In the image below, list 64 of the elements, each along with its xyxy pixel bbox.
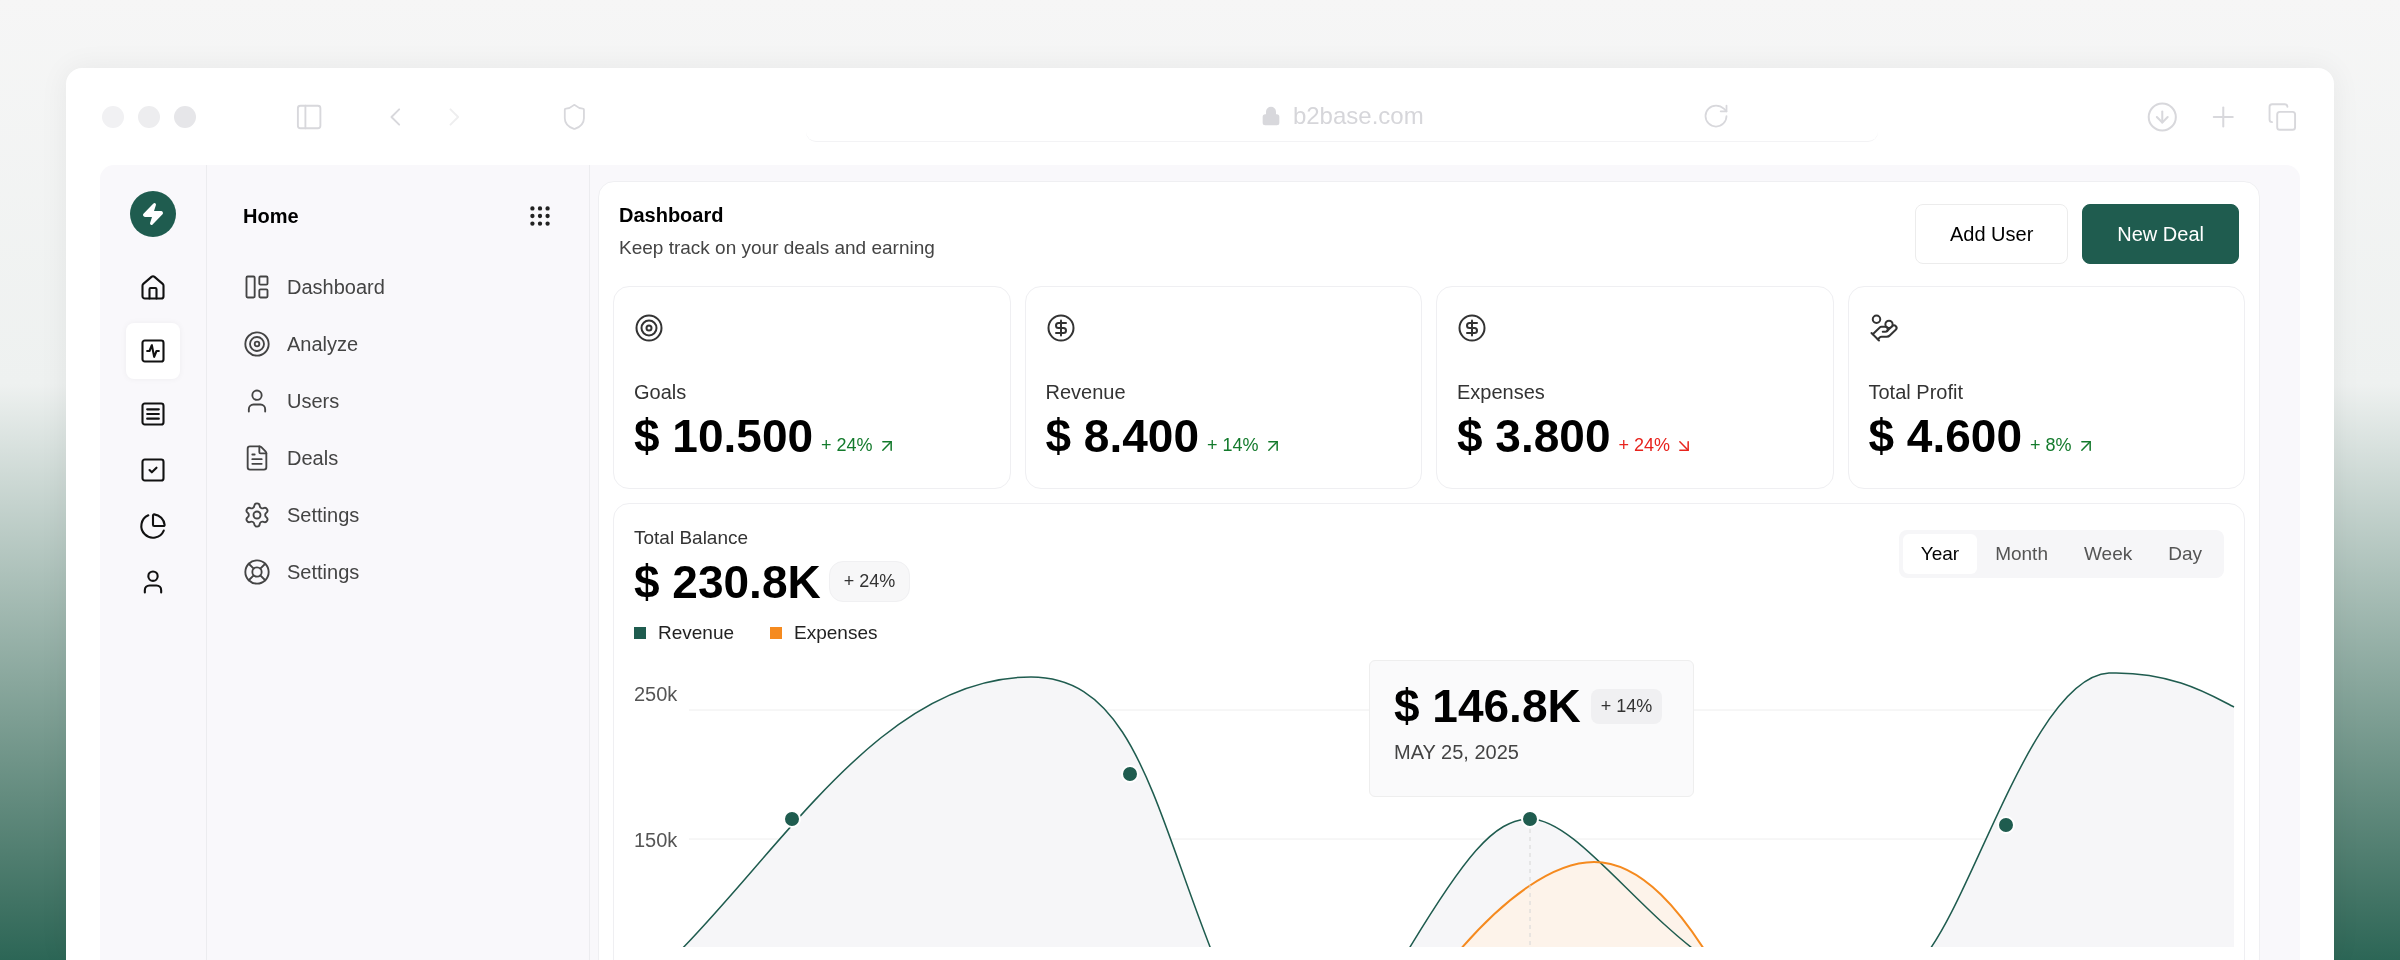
change-chip: + 14% (1590, 688, 1663, 724)
text-square-icon (139, 400, 167, 428)
stat-label: Goals (634, 380, 688, 405)
balance-title: Total Balance (634, 526, 750, 550)
chart-square-icon (139, 337, 167, 365)
data-point[interactable] (1121, 765, 1139, 783)
stat-value: $ 10.500 (634, 413, 814, 459)
stat-change: + 24% (1618, 434, 1671, 457)
data-point[interactable] (1521, 810, 1539, 828)
stat-change: + 14% (1207, 434, 1259, 457)
axis-label: 250k (634, 682, 678, 707)
target-icon (634, 313, 664, 343)
action-button[interactable]: New Deal (2082, 204, 2239, 264)
sidebar-title: Home (243, 204, 299, 229)
sidebar-label: Settings (287, 559, 360, 585)
sidebar-label: Dashboard (287, 274, 385, 300)
bolt-icon (141, 202, 165, 226)
stat-label: Expenses (1457, 380, 1546, 405)
period-tab[interactable]: Year (1902, 534, 1978, 574)
stat-value: $ 3.800 (1457, 413, 1611, 459)
sidebar-label: Settings (287, 502, 360, 528)
legend-label: Revenue (658, 620, 735, 645)
sidebar-item[interactable]: Users (243, 381, 553, 420)
lock-icon (1260, 106, 1281, 126)
sidebar-label: Users (287, 388, 340, 414)
tooltip-value: $ 146.8K (1394, 683, 1581, 729)
sidebar-item[interactable]: Dashboard (243, 267, 553, 306)
sidebar-item[interactable]: Settings (243, 495, 553, 534)
data-point[interactable] (1997, 816, 2015, 834)
stat-change: + 8% (2030, 434, 2072, 457)
legend-label: Expenses (794, 620, 878, 645)
change-chip: + 24% (828, 561, 911, 602)
check-square-icon (139, 456, 167, 484)
settings-icon (243, 500, 271, 529)
page-title: Dashboard (619, 203, 725, 228)
sidebar-item[interactable]: Deals (243, 438, 553, 477)
stat-value: $ 8.400 (1045, 413, 1199, 459)
sidebar-item[interactable]: Settings (243, 552, 553, 591)
sidebar-label: Analyze (287, 331, 359, 357)
tooltip-date: MAY 25, 2025 (1394, 740, 1520, 765)
axis-label: 150k (634, 828, 678, 853)
stat-change: + 24% (821, 434, 873, 457)
period-tab[interactable]: Day (2150, 534, 2220, 574)
dollar-coin-icon (1457, 313, 1487, 343)
rail-button[interactable] (126, 323, 180, 379)
stat-label: Total Profit (1868, 380, 1964, 405)
hand-coins-icon (1868, 313, 1899, 343)
target-icon (243, 329, 271, 358)
period-tab[interactable]: Month (1977, 534, 2066, 574)
sidebar-label: Deals (287, 445, 339, 471)
stat-label: Revenue (1045, 380, 1127, 405)
stat-value: $ 4.600 (1868, 413, 2022, 459)
page-subtitle: Keep track on your deals and earning (619, 236, 935, 260)
action-button[interactable]: Add User (1914, 204, 2069, 264)
pie-chart-icon (139, 512, 167, 540)
dollar-coin-icon (1045, 313, 1076, 343)
data-point[interactable] (783, 810, 801, 828)
house-icon (139, 274, 167, 302)
lifebuoy-icon (243, 557, 271, 586)
sidebar-item[interactable]: Analyze (243, 324, 553, 363)
dots-grid-icon[interactable] (527, 203, 553, 229)
logo[interactable] (130, 191, 176, 237)
balance-value: $ 230.8K (634, 558, 821, 605)
period-tab[interactable]: Week (2065, 534, 2151, 574)
